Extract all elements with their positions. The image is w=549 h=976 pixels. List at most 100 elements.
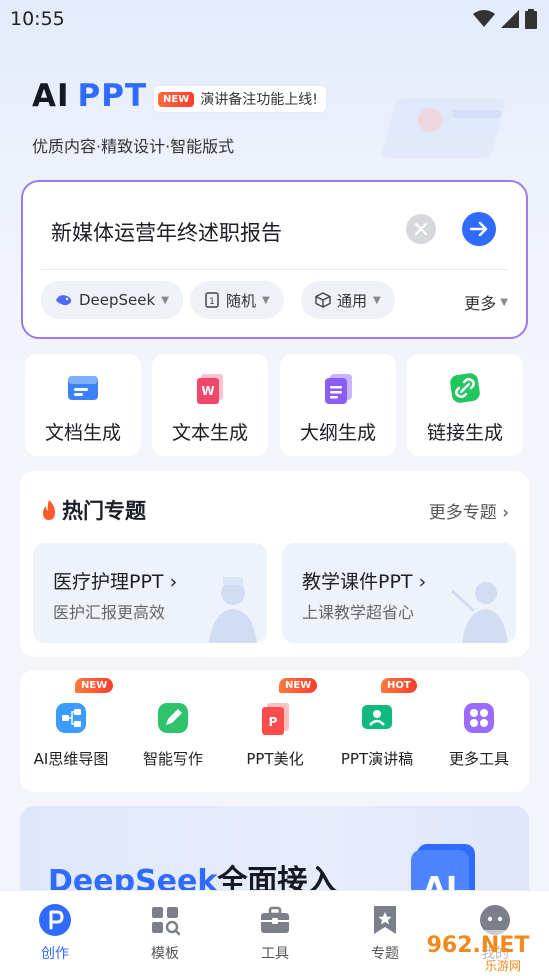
deepseek-logo-icon [56,295,72,306]
title-ai: AI [32,78,70,114]
page-count-icon: 1 [205,292,219,308]
more-topics-link[interactable]: 更多专题 › [429,498,509,523]
tab-template[interactable]: 模板 [110,891,220,976]
svg-text:P: P [269,715,278,729]
tools-panel: NEW AI思维导图 智能写作 NEW P PPT美化 HOT PPT演讲稿 更… [20,670,529,792]
word-text-icon: W [197,374,223,404]
chevron-down-icon: ▼ [500,296,508,308]
generate-from-text[interactable]: W 文本生成 [152,354,268,456]
generate-from-document[interactable]: 文档生成 [25,354,141,456]
tool-badge: HOT [381,678,417,693]
submit-button[interactable] [462,212,496,246]
style-label: 通用 [337,291,368,310]
model-select-chip[interactable]: DeepSeek ▼ [41,281,183,319]
input-divider [41,269,508,270]
ppt-beautify-icon: P [262,703,289,735]
clear-button[interactable] [406,214,436,244]
hero-section: AI PPT NEW 演讲备注功能上线! 优质内容·精致设计·智能版式 [32,78,532,168]
more-options-link[interactable]: 更多 ▼ [464,290,508,314]
topic-card-medical[interactable]: 医疗护理PPT › 医护汇报更高效 [33,543,267,643]
generate-label: 文本生成 [171,422,248,444]
status-bar: 10:55 [0,0,549,40]
watermark-sub: 乐游网 [485,959,521,973]
tool-label: PPT美化 [246,750,304,768]
template-icon [152,907,181,936]
hot-topics-panel: 热门专题 更多专题 › 医疗护理PPT › 医护汇报更高效 教学课件PPT › … [20,471,529,657]
hero-decoration-icon [382,98,505,158]
chevron-right-icon: › [412,571,427,593]
status-time: 10:55 [10,8,65,30]
page-count-label: 随机 [226,291,257,310]
arrow-right-icon [470,221,488,237]
tool-more[interactable]: 更多工具 [428,670,530,792]
nurse-icon [209,577,257,643]
tab-label: 创作 [41,946,69,962]
tool-ppt-beautify[interactable]: NEW P PPT美化 [224,670,326,792]
outline-icon [325,374,352,404]
topic-icon [374,906,396,934]
chevron-right-icon: › [163,571,178,593]
tab-label: 模板 [151,946,179,962]
chevron-down-icon: ▼ [373,294,381,306]
topic-subtitle: 上课教学超省心 [302,603,415,622]
tool-badge: NEW [279,678,318,693]
tool-label: AI思维导图 [33,750,109,768]
tool-label: PPT演讲稿 [340,750,414,768]
topic-card-teaching[interactable]: 教学课件PPT › 上课教学超省心 [282,543,516,643]
create-icon [39,904,71,936]
generate-from-link[interactable]: 链接生成 [407,354,523,456]
svg-text:1: 1 [209,297,215,307]
model-label: DeepSeek [79,291,156,309]
tab-create[interactable]: 创作 [0,891,110,976]
mindmap-icon [56,703,86,733]
more-options-label: 更多 [464,294,497,313]
tab-tools[interactable]: 工具 [220,891,330,976]
fire-icon [43,500,55,520]
chevron-down-icon: ▼ [161,294,169,306]
tool-label: 更多工具 [448,750,509,768]
teacher-icon [452,582,508,643]
link-icon [450,373,480,403]
tool-badge: NEW [75,678,114,693]
tool-label: 智能写作 [142,750,203,768]
prompt-input-card: 新媒体运营年终述职报告 DeepSeek ▼ 1 随机 ▼ 通用 ▼ 更多 ▼ [21,180,528,339]
announcement-badge[interactable]: NEW 演讲备注功能上线! [153,85,327,113]
new-tag: NEW [158,91,195,107]
wifi-icon [473,10,495,27]
generate-label: 文档生成 [44,422,121,444]
cube-icon [315,292,331,308]
topic-title: 医疗护理PPT › [53,571,178,593]
document-icon [68,376,98,400]
tool-speech[interactable]: HOT PPT演讲稿 [326,670,428,792]
page-count-chip[interactable]: 1 随机 ▼ [190,281,284,319]
hot-topics-title: 热门专题 [40,495,146,525]
topic-subtitle: 医护汇报更高效 [53,603,166,622]
announcement-text: 演讲备注功能上线! [200,92,318,108]
signal-icon [501,10,519,28]
topic-title: 教学课件PPT › [302,571,427,593]
svg-text:W: W [201,384,214,398]
app-title: AI PPT [32,78,147,114]
prompt-input[interactable]: 新媒体运营年终述职报告 [51,217,282,247]
close-icon [415,223,427,235]
chevron-down-icon: ▼ [262,294,270,306]
title-ppt: PPT [77,78,148,114]
hot-topics-label: 热门专题 [62,499,146,523]
speech-icon [362,705,392,729]
chevron-right-icon: › [502,503,509,523]
tab-label: 工具 [261,946,289,962]
watermark-brand: 962.NET [427,933,530,958]
generate-from-outline[interactable]: 大纲生成 [280,354,396,456]
toolbox-icon [261,906,289,933]
more-tools-icon [464,703,494,733]
more-topics-label: 更多专题 [428,503,497,523]
hero-subtitle: 优质内容·精致设计·智能版式 [32,137,235,156]
battery-icon [525,9,537,29]
tool-mindmap[interactable]: NEW AI思维导图 [20,670,122,792]
site-watermark-logo: 962.NET 乐游网 [413,930,543,974]
generate-label: 大纲生成 [299,422,376,444]
status-icons [473,9,537,29]
tool-writing[interactable]: 智能写作 [122,670,224,792]
writing-icon [158,703,188,733]
style-chip[interactable]: 通用 ▼ [301,281,395,319]
